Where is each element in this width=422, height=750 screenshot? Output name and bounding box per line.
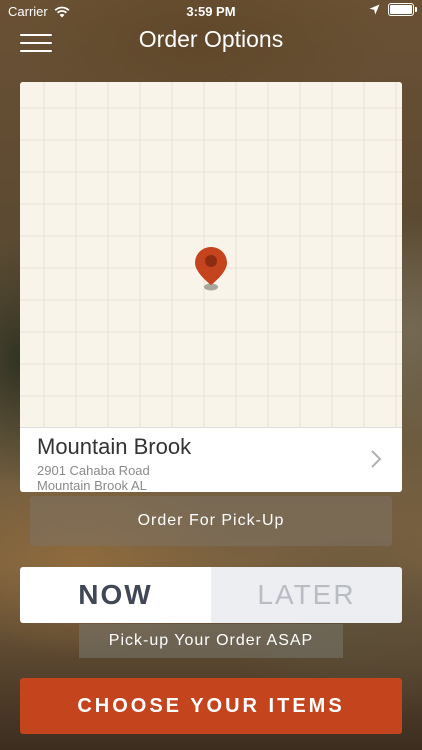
timing-note: Pick-up Your Order ASAP bbox=[79, 624, 343, 658]
choose-items-button[interactable]: CHOOSE YOUR ITEMS bbox=[20, 678, 402, 734]
nav-bar: Order Options bbox=[0, 22, 422, 66]
battery-icon bbox=[388, 3, 417, 16]
page-title: Order Options bbox=[138, 26, 284, 52]
status-time: 3:59 PM bbox=[186, 4, 236, 19]
status-bar: Carrier 3:59 PM bbox=[0, 0, 422, 22]
timing-segmented-control: NOW LATER bbox=[20, 567, 402, 623]
location-row[interactable]: Mountain Brook 2901 Cahaba Road Mountain… bbox=[20, 427, 402, 492]
location-address-line2: Mountain Brook AL bbox=[37, 478, 147, 492]
order-type-button[interactable]: Order For Pick-Up bbox=[30, 496, 392, 546]
location-card: Mountain Brook 2901 Cahaba Road Mountain… bbox=[20, 82, 402, 492]
location-address-line1: 2901 Cahaba Road bbox=[37, 463, 150, 478]
map-view[interactable] bbox=[20, 82, 402, 427]
location-arrow-icon bbox=[369, 4, 380, 15]
location-name: Mountain Brook bbox=[37, 434, 192, 459]
chevron-right-icon bbox=[371, 450, 382, 468]
timing-option-now[interactable]: NOW bbox=[20, 567, 211, 623]
status-right-group bbox=[369, 3, 417, 16]
battery-fill bbox=[390, 5, 412, 14]
timing-option-later[interactable]: LATER bbox=[211, 567, 402, 623]
